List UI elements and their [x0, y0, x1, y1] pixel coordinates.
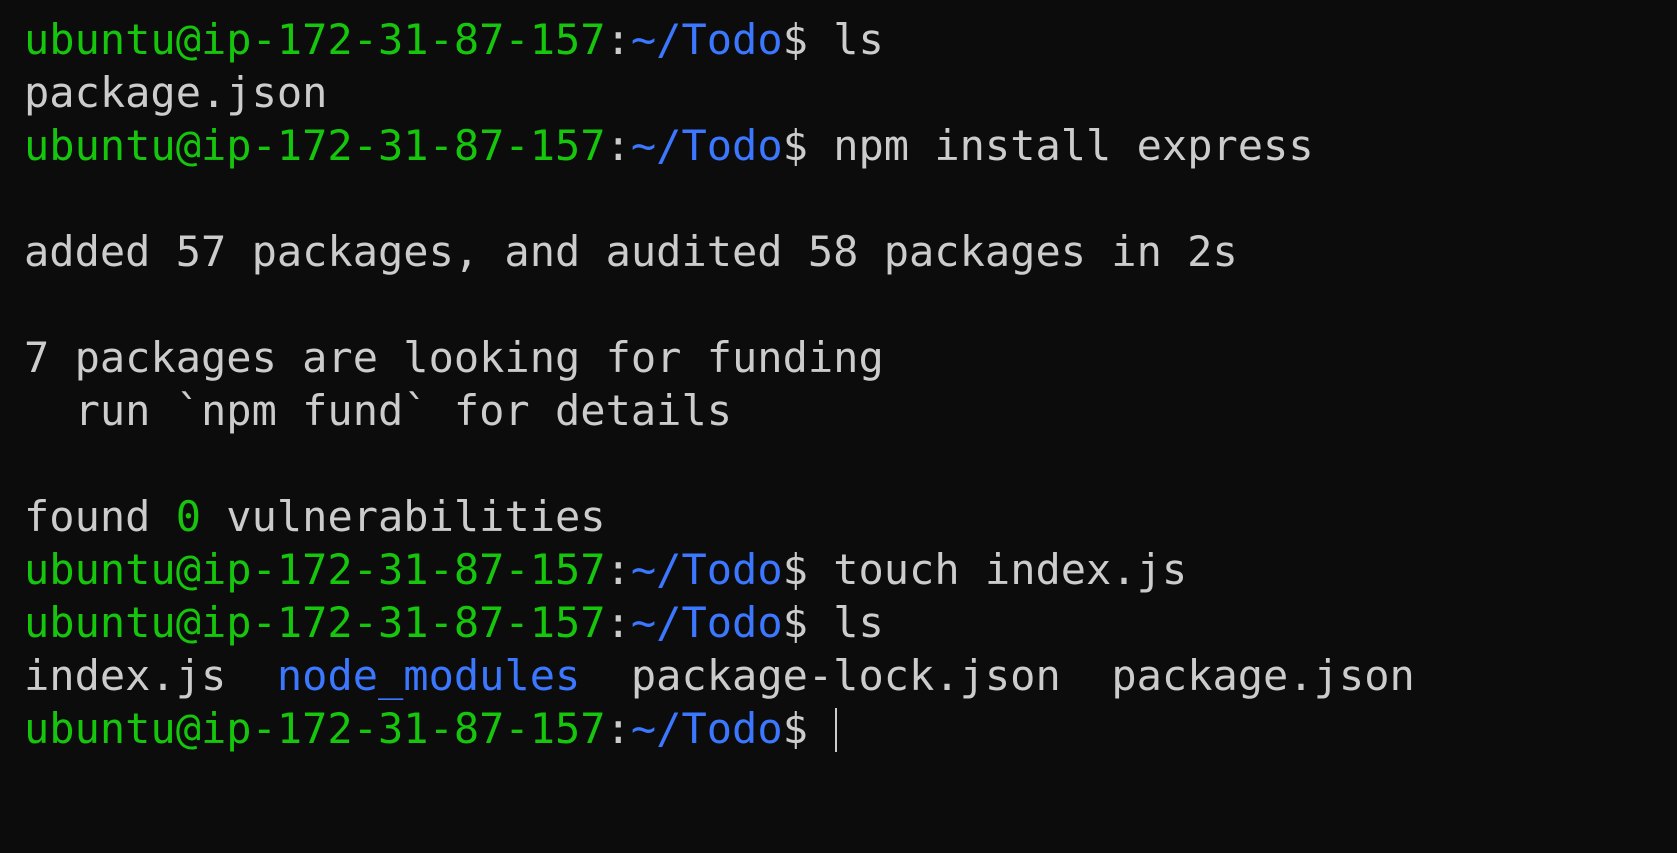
- output-text: 7 packages are looking for funding: [24, 333, 884, 382]
- prompt-path: ~/Todo: [630, 704, 783, 753]
- output-line: added 57 packages, and audited 58 packag…: [24, 225, 1677, 278]
- text-cursor[interactable]: [835, 708, 838, 752]
- prompt-path: ~/Todo: [630, 121, 783, 170]
- output-text: found: [24, 492, 176, 541]
- prompt-symbol: $: [782, 121, 834, 170]
- file-index-js: index.js: [24, 651, 227, 700]
- vulnerability-count: 0: [175, 492, 202, 541]
- output-line: 7 packages are looking for funding: [24, 331, 1677, 384]
- prompt-user-host: ubuntu@ip-172-31-87-157: [24, 545, 606, 594]
- prompt-user-host: ubuntu@ip-172-31-87-157: [24, 121, 606, 170]
- prompt-colon: :: [605, 15, 631, 64]
- command-text: npm install express: [833, 121, 1314, 170]
- prompt-path: ~/Todo: [630, 545, 783, 594]
- prompt-symbol: $: [782, 598, 834, 647]
- file-package-json: package.json: [1111, 651, 1415, 700]
- command-line-ls-1: ubuntu@ip-172-31-87-157:~/Todo$ ls: [24, 13, 1677, 66]
- ls-separator: [1061, 651, 1112, 700]
- prompt-path: ~/Todo: [630, 598, 783, 647]
- command-line-ls-2: ubuntu@ip-172-31-87-157:~/Todo$ ls: [24, 596, 1677, 649]
- terminal-window[interactable]: ubuntu@ip-172-31-87-157:~/Todo$ ls packa…: [0, 0, 1677, 853]
- prompt-colon: :: [605, 704, 631, 753]
- ls-output-line: index.js node_modules package-lock.json …: [24, 649, 1677, 702]
- command-text: ls: [833, 15, 884, 64]
- prompt-colon: :: [605, 598, 631, 647]
- active-prompt-line[interactable]: ubuntu@ip-172-31-87-157:~/Todo$: [24, 702, 1677, 755]
- output-text: added 57 packages, and audited 58 packag…: [24, 227, 1238, 276]
- prompt-user-host: ubuntu@ip-172-31-87-157: [24, 15, 606, 64]
- file-package-lock-json: package-lock.json: [630, 651, 1061, 700]
- output-text: run `npm fund` for details: [24, 386, 733, 435]
- output-line-vulnerabilities: found 0 vulnerabilities: [24, 490, 1677, 543]
- ls-separator: [226, 651, 277, 700]
- output-line: run `npm fund` for details: [24, 384, 1677, 437]
- prompt-symbol: $: [782, 545, 834, 594]
- prompt-user-host: ubuntu@ip-172-31-87-157: [24, 704, 606, 753]
- output-text: vulnerabilities: [201, 492, 606, 541]
- command-text: touch index.js: [833, 545, 1188, 594]
- prompt-colon: :: [605, 545, 631, 594]
- ls-separator: [580, 651, 631, 700]
- directory-node-modules: node_modules: [276, 651, 581, 700]
- command-line-touch: ubuntu@ip-172-31-87-157:~/Todo$ touch in…: [24, 543, 1677, 596]
- output-text: package.json: [24, 68, 328, 117]
- prompt-symbol: $: [782, 704, 834, 753]
- command-text: ls: [833, 598, 884, 647]
- prompt-colon: :: [605, 121, 631, 170]
- prompt-user-host: ubuntu@ip-172-31-87-157: [24, 598, 606, 647]
- command-line-npm-install: ubuntu@ip-172-31-87-157:~/Todo$ npm inst…: [24, 119, 1677, 172]
- prompt-symbol: $: [782, 15, 834, 64]
- output-line: package.json: [24, 66, 1677, 119]
- prompt-path: ~/Todo: [630, 15, 783, 64]
